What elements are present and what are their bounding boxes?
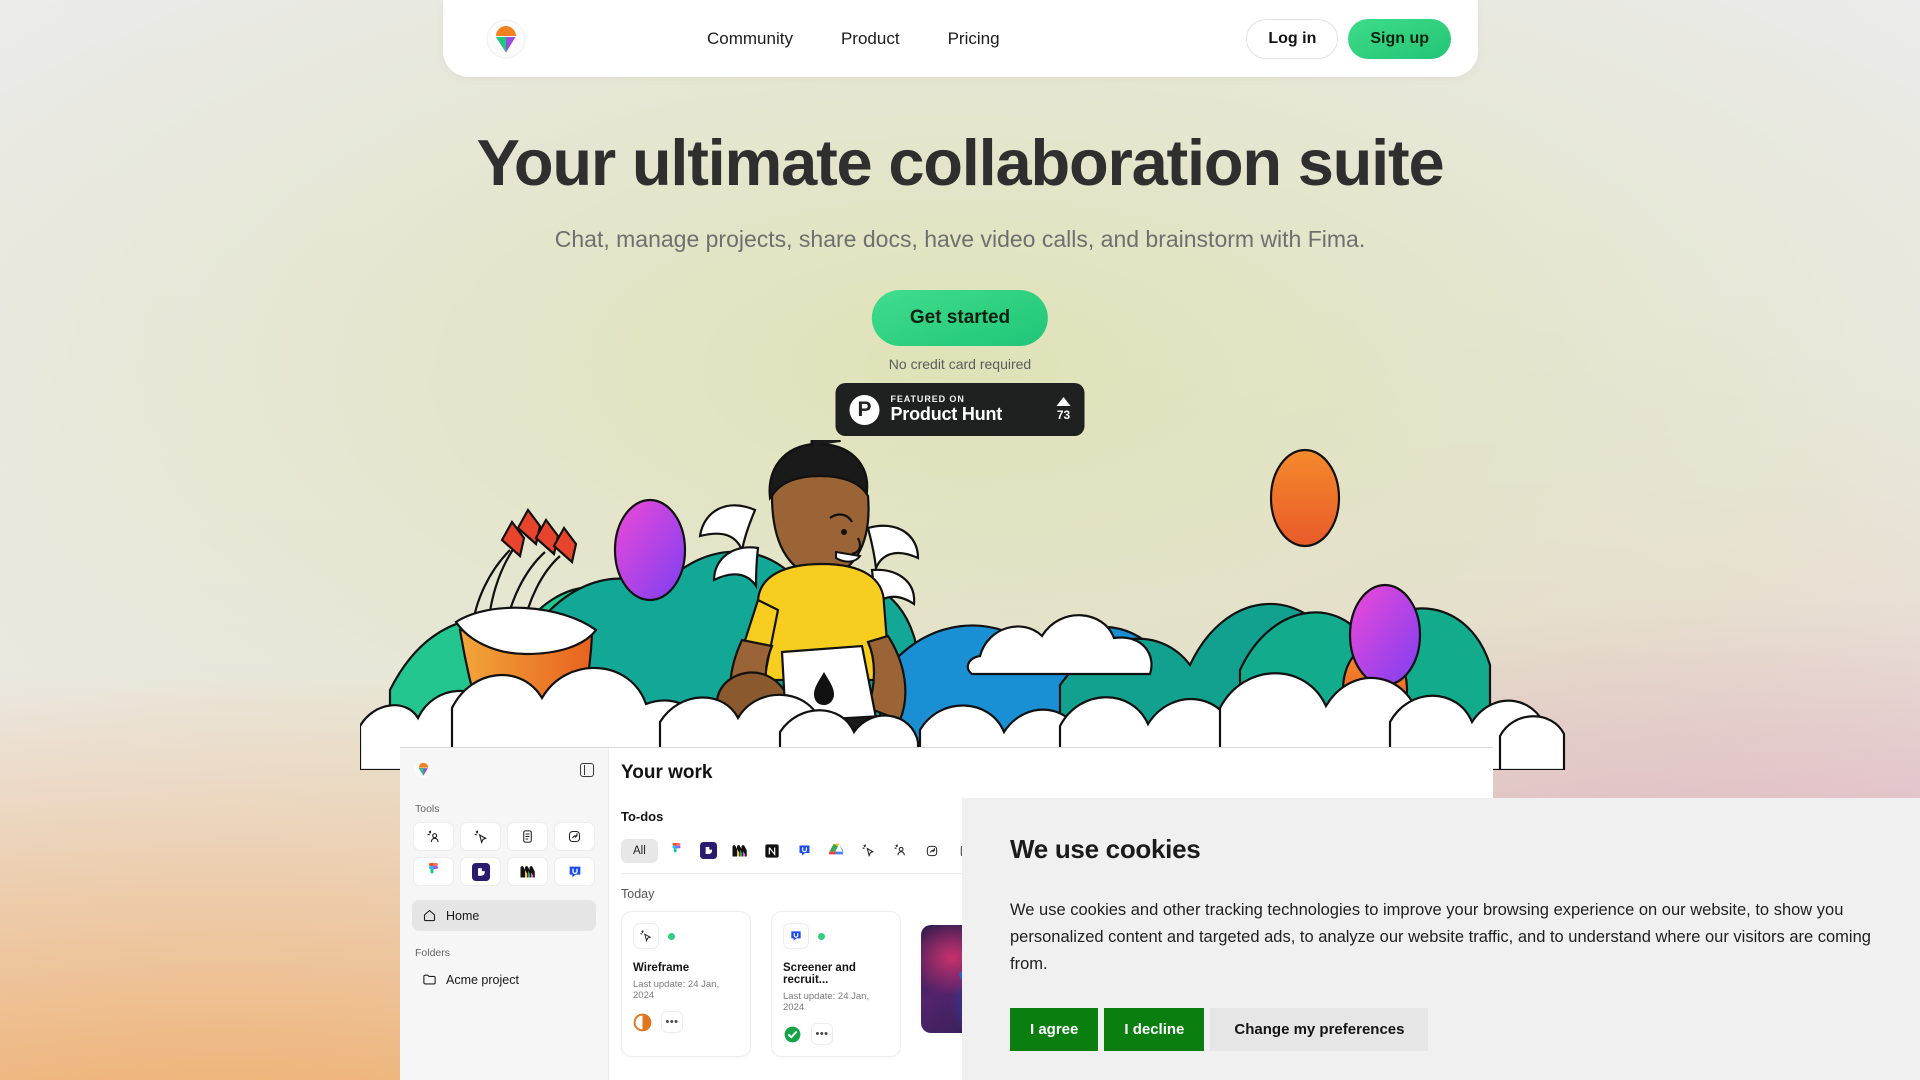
fima-logo-icon[interactable] — [486, 19, 526, 59]
nav-links: Community Product Pricing — [703, 23, 1004, 55]
folder-acme-project[interactable]: Acme project — [412, 966, 596, 993]
upvote-caret-icon — [1056, 397, 1071, 406]
filter-notion-icon[interactable] — [759, 837, 786, 864]
filter-usertesting-icon[interactable] — [791, 837, 818, 864]
product-hunt-text: FEATURED ON Product Hunt — [891, 394, 1051, 424]
half-progress-icon[interactable] — [633, 1013, 652, 1032]
tool-dovetail-icon[interactable] — [460, 857, 501, 886]
sidebar-header — [410, 760, 598, 779]
no-credit-card-note: No credit card required — [888, 356, 1032, 372]
card-header — [783, 923, 889, 949]
cursor-sparkle-icon — [633, 923, 659, 949]
filter-dovetail-icon[interactable] — [695, 837, 722, 864]
get-started-button[interactable]: Get started — [871, 290, 1049, 346]
tool-analytics-icon[interactable] — [554, 822, 595, 851]
check-complete-icon[interactable] — [783, 1025, 802, 1044]
card-actions: ••• — [783, 1023, 889, 1045]
tool-cursor-sparkle-icon[interactable] — [460, 822, 501, 851]
tool-docs-icon[interactable] — [507, 822, 548, 851]
nav-link-pricing[interactable]: Pricing — [944, 23, 1004, 55]
folders-section-label: Folders — [415, 947, 451, 959]
sidebar-item-home-label: Home — [446, 908, 480, 923]
hero-illustration — [360, 440, 1566, 770]
status-dot — [668, 932, 675, 940]
login-button[interactable]: Log in — [1246, 18, 1339, 59]
signup-button[interactable]: Sign up — [1348, 18, 1451, 59]
work-card[interactable]: Screener and recruit... Last update: 24 … — [771, 911, 901, 1057]
nav-link-community[interactable]: Community — [703, 23, 797, 55]
usertesting-icon — [783, 923, 809, 949]
cookie-decline-button[interactable]: I decline — [1104, 1007, 1205, 1051]
your-work-title: Your work — [621, 762, 713, 783]
app-sidebar: Tools Home Folders Acme project — [400, 748, 609, 1080]
filter-figma-icon[interactable] — [663, 837, 690, 864]
nav-auth-group: Log in Sign up — [1246, 18, 1451, 59]
filter-google-drive-icon[interactable] — [823, 837, 850, 864]
card-title: Screener and recruit... — [783, 962, 856, 986]
folder-icon — [423, 974, 436, 985]
filter-row: All — [621, 837, 981, 874]
nav-link-product[interactable]: Product — [837, 23, 904, 55]
work-card[interactable]: Wireframe Last update: 24 Jan, 2024 ••• — [621, 911, 751, 1057]
filter-cursor-sparkle-icon[interactable] — [855, 837, 882, 864]
card-title: Wireframe — [633, 962, 690, 974]
filter-chip-all[interactable]: All — [621, 838, 658, 863]
card-actions: ••• — [633, 1011, 739, 1033]
cookie-preferences-button[interactable]: Change my preferences — [1210, 1007, 1429, 1051]
tools-grid — [410, 822, 598, 886]
product-hunt-logo-icon: P — [849, 394, 880, 425]
product-hunt-upvote[interactable]: 73 — [1051, 397, 1071, 422]
cookie-consent-banner: We use cookies We use cookies and other … — [962, 798, 1920, 1080]
cookie-agree-button[interactable]: I agree — [1010, 1007, 1099, 1051]
filter-analytics-icon[interactable] — [919, 837, 946, 864]
card-last-update: Last update: 24 Jan, 2024 — [633, 979, 720, 1001]
page-title: Your ultimate collaboration suite — [476, 126, 1445, 199]
folder-label: Acme project — [446, 972, 519, 987]
filter-meet-icon[interactable] — [887, 837, 914, 864]
tool-meet-icon[interactable] — [413, 822, 454, 851]
sidebar-item-home[interactable]: Home — [412, 900, 596, 931]
tool-miro-icon[interactable] — [507, 857, 548, 886]
tool-usertesting-icon[interactable] — [554, 857, 595, 886]
product-hunt-name: Product Hunt — [890, 404, 1003, 425]
card-last-update: Last update: 24 Jan, 2024 — [783, 991, 870, 1013]
card-more-button[interactable]: ••• — [661, 1011, 683, 1033]
status-dot — [818, 932, 825, 940]
sidebar-collapse-icon[interactable] — [580, 762, 594, 777]
filter-miro-icon[interactable] — [727, 837, 754, 864]
hero-subtitle: Chat, manage projects, share docs, have … — [554, 226, 1366, 252]
tools-section-label: Tools — [415, 803, 440, 815]
cookie-banner-body: We use cookies and other tracking techno… — [1010, 901, 1871, 973]
top-navigation-bar: Community Product Pricing Log in Sign up — [443, 0, 1478, 77]
product-hunt-upvote-count: 73 — [1056, 408, 1071, 422]
card-header — [633, 923, 739, 949]
tool-figma-icon[interactable] — [413, 857, 454, 886]
card-more-button[interactable]: ••• — [811, 1023, 833, 1045]
home-icon — [423, 909, 436, 922]
fima-logo-small-icon[interactable] — [414, 760, 433, 779]
product-hunt-badge[interactable]: P FEATURED ON Product Hunt 73 — [835, 383, 1085, 436]
product-hunt-featured-label: FEATURED ON — [890, 394, 965, 405]
cookie-banner-title: We use cookies — [1010, 834, 1201, 864]
cookie-banner-actions: I agree I decline Change my preferences — [1010, 1007, 1875, 1051]
